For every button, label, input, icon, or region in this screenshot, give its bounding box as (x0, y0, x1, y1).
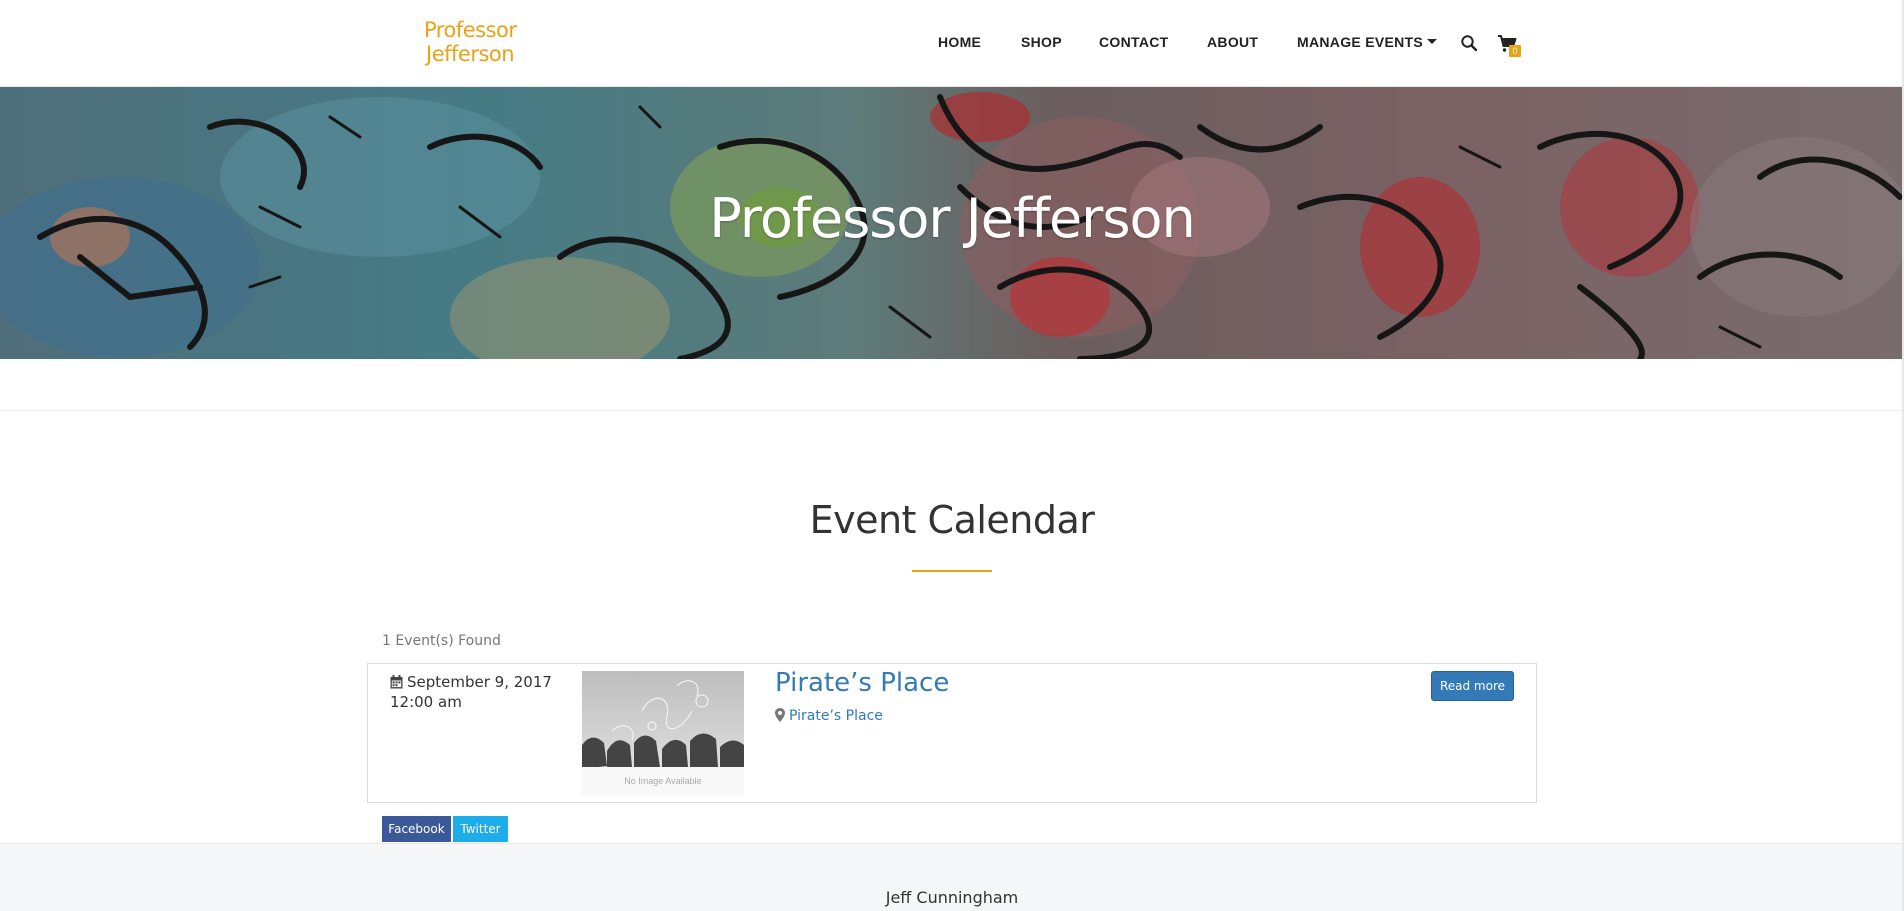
event-location: Pirate’s Place (789, 708, 883, 724)
footer-name: Jeff Cunningham (885, 888, 1019, 907)
event-location-link[interactable]: Pirate’s Place (775, 708, 883, 724)
event-card: September 9, 2017 12:00 am No Image Avai… (367, 663, 1537, 803)
event-title-link[interactable]: Pirate’s Place (775, 668, 949, 698)
logo-line-2: Jefferson (426, 42, 515, 66)
search-icon[interactable] (1460, 34, 1478, 52)
section-divider (0, 410, 1904, 411)
nav-manage-events-label: MANAGE EVENTS (1297, 34, 1424, 50)
facebook-share-button[interactable]: Facebook (382, 816, 451, 842)
nav-contact[interactable]: CONTACT (1099, 34, 1169, 50)
map-marker-icon (775, 708, 785, 722)
logo-line-1: Professor (424, 18, 517, 42)
site-footer: Jeff Cunningham (0, 843, 1904, 911)
nav-manage-events[interactable]: MANAGE EVENTS (1297, 34, 1438, 50)
site-logo[interactable]: Professor Jefferson (424, 18, 534, 66)
nav-home[interactable]: HOME (938, 34, 981, 50)
nav-shop[interactable]: SHOP (1021, 34, 1062, 50)
twitter-share-button[interactable]: Twitter (453, 816, 508, 842)
events-found-count: 1 Event(s) Found (382, 633, 501, 649)
no-image-caption: No Image Available (624, 776, 702, 786)
read-more-button[interactable]: Read more (1431, 671, 1514, 701)
caret-down-icon (1427, 39, 1438, 44)
heading-underline (912, 570, 992, 572)
site-header: Professor Jefferson HOME SHOP CONTACT AB… (0, 0, 1904, 87)
hero-banner: Professor Jefferson (0, 87, 1904, 359)
calendar-icon (390, 675, 403, 689)
event-date: September 9, 2017 (407, 673, 552, 691)
event-thumbnail[interactable]: No Image Available (582, 671, 744, 795)
event-calendar-heading: Event Calendar (809, 498, 1095, 542)
event-datetime: September 9, 2017 12:00 am (390, 672, 552, 712)
cart-count-badge: 0 (1509, 45, 1521, 57)
event-time: 12:00 am (390, 693, 462, 711)
hero-title: Professor Jefferson (709, 187, 1196, 250)
nav-about[interactable]: ABOUT (1207, 34, 1258, 50)
